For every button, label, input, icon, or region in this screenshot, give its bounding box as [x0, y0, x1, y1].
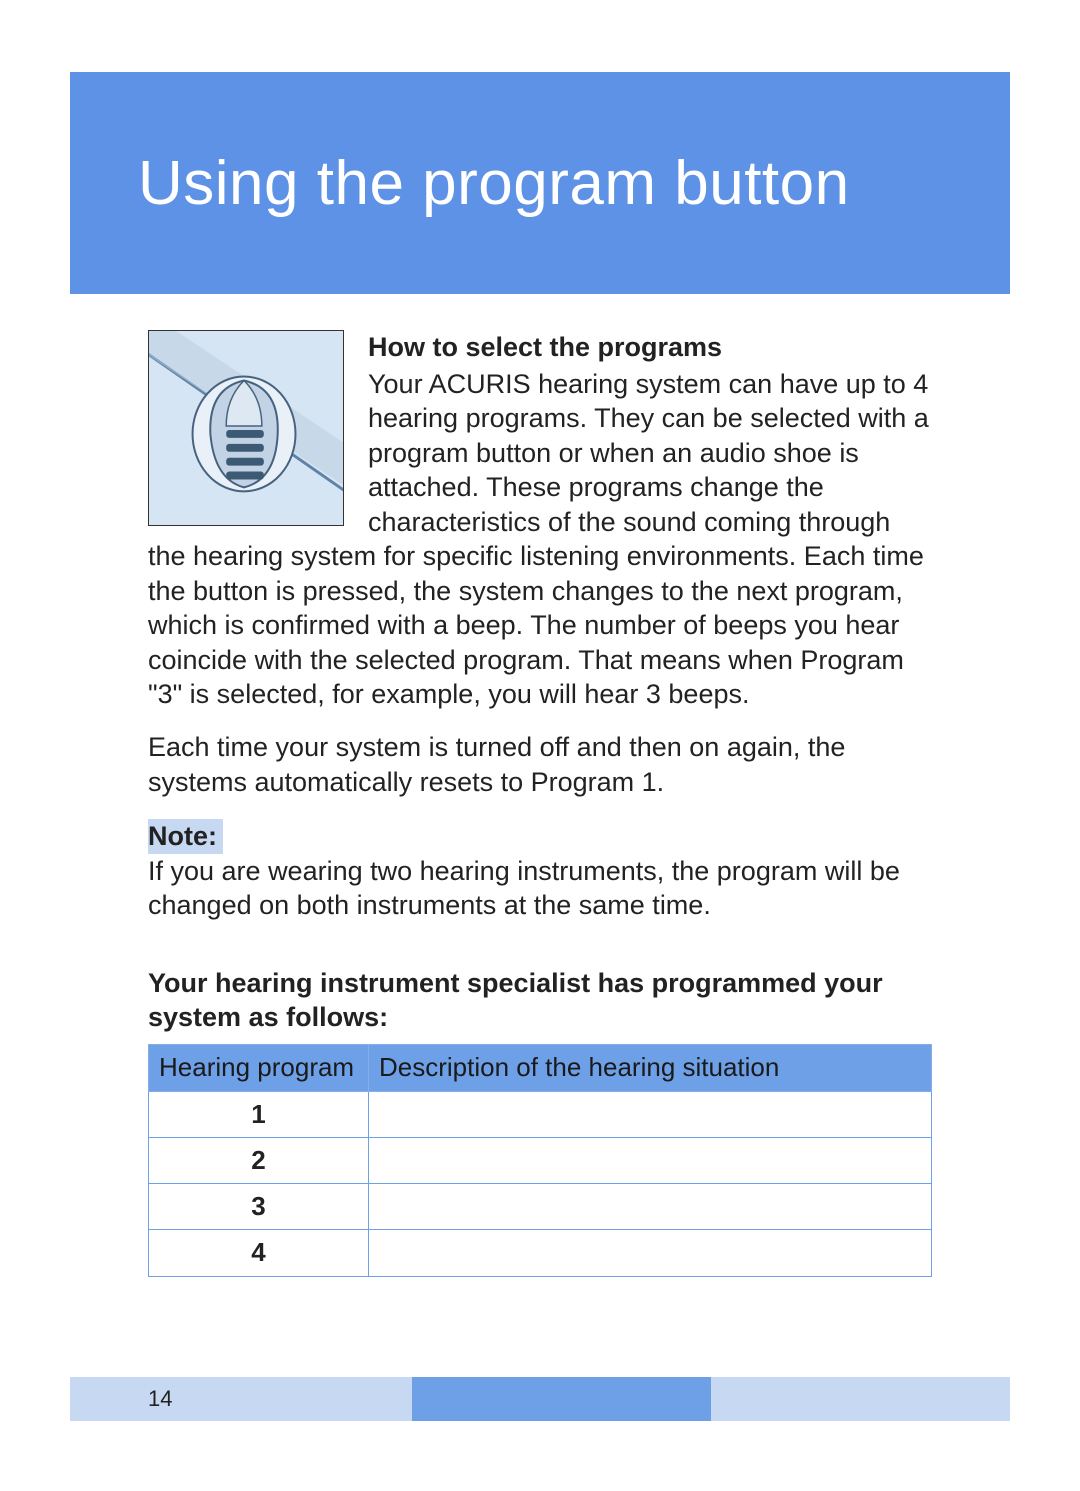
program-description: [369, 1230, 932, 1276]
program-number: 1: [149, 1091, 369, 1137]
note-label: Note:: [148, 819, 223, 854]
table-header-program: Hearing program: [149, 1045, 369, 1091]
paragraph-2: Each time your system is turned off and …: [148, 730, 932, 799]
note-text: If you are wearing two hearing instrumen…: [148, 856, 900, 921]
table-header-description: Description of the hearing situation: [369, 1045, 932, 1091]
footer-accent: [412, 1377, 711, 1421]
program-number: 2: [149, 1137, 369, 1183]
specialist-heading: Your hearing instrument specialist has p…: [148, 967, 932, 1035]
table-row: 4: [149, 1230, 932, 1276]
page-number: 14: [70, 1377, 412, 1421]
program-description: [369, 1137, 932, 1183]
program-description: [369, 1091, 932, 1137]
note-block: Note: If you are wearing two hearing ins…: [148, 819, 932, 923]
content-area: How to select the programs Your ACURIS h…: [148, 330, 932, 1277]
table-row: 1: [149, 1091, 932, 1137]
table-row: 3: [149, 1184, 932, 1230]
footer-bar: 14: [70, 1377, 1010, 1421]
program-number: 3: [149, 1184, 369, 1230]
table-row: 2: [149, 1137, 932, 1183]
page-title: Using the program button: [138, 148, 850, 219]
title-banner: Using the program button: [70, 72, 1010, 294]
program-description: [369, 1184, 932, 1230]
table-header-row: Hearing program Description of the heari…: [149, 1045, 932, 1091]
footer-light: [711, 1377, 1010, 1421]
program-table: Hearing program Description of the heari…: [148, 1044, 932, 1276]
program-button-illustration: [148, 330, 344, 526]
program-number: 4: [149, 1230, 369, 1276]
